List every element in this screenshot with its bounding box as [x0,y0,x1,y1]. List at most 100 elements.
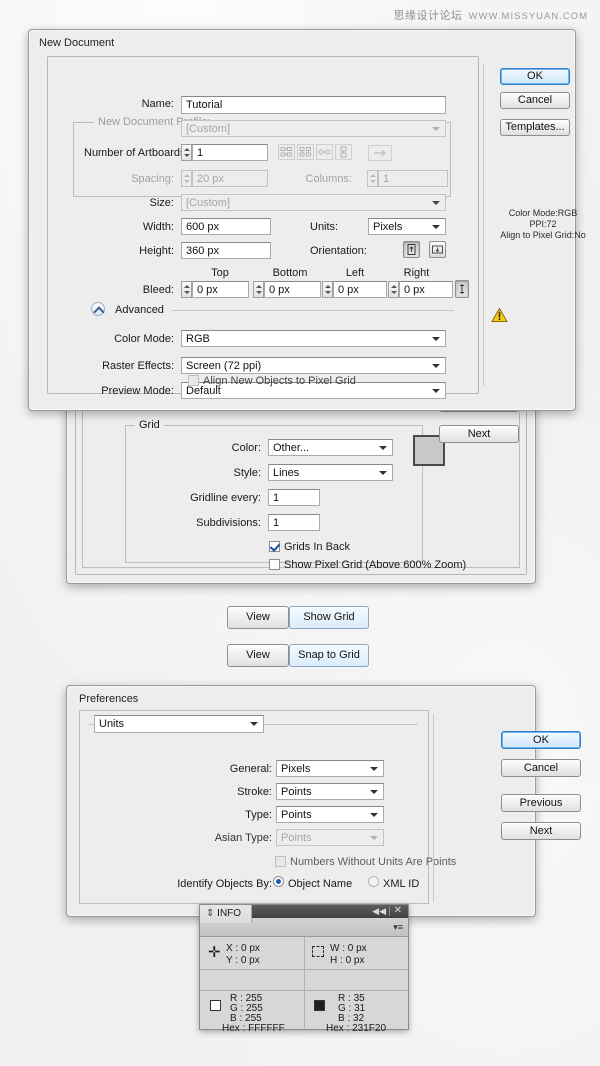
gridline-every-input[interactable]: 1 [268,489,320,506]
asian-type-units-combo[interactable]: Points [276,829,384,846]
preferences-previous-button[interactable]: Previous [501,794,581,812]
bleed-top-input[interactable]: 0 px [192,281,249,298]
columns-stepper[interactable] [367,170,378,187]
grids-in-back-checkbox[interactable] [269,541,280,552]
preferences-ok-button[interactable]: OK [501,731,581,749]
profile-combo[interactable]: [Custom] [181,120,446,137]
artboard-grid-by-column-icon[interactable] [297,144,314,160]
name-input[interactable]: Tutorial [181,96,446,114]
grid-style-combo[interactable]: Lines [268,464,393,481]
watermark-url: WWW.MISSYUAN.COM [468,11,588,22]
raster-effects-value: Screen (72 ppi) [186,360,262,372]
artboards-label: Number of Artboards: [84,147,189,159]
identify-object-name-radio[interactable] [273,876,284,887]
align-pixel-grid-checkbox[interactable] [188,375,199,386]
new-document-templates-button[interactable]: Templates... [500,119,570,136]
preferences-cancel-button[interactable]: Cancel [501,759,581,777]
summary-ppi: PPI:72 [529,219,557,229]
preview-mode-label: Preview Mode: [101,385,174,397]
name-label: Name: [141,98,174,110]
chevron-down-icon [432,336,440,341]
info-collapse-icon[interactable]: ◀◀ [372,907,386,916]
subdivisions-label: Subdivisions: [196,517,261,529]
preferences-next-button[interactable]: Next [501,822,581,840]
width-input[interactable]: 600 px [181,218,271,235]
show-grid-menu-item[interactable]: Show Grid [289,606,369,629]
orientation-landscape-button[interactable] [429,241,446,258]
info-palette[interactable]: ◀◀ ✕ ⇕ INFO ▾≡ ✛ X : 0 px Y : 0 px W : 0… [199,904,409,1034]
numbers-without-units-checkbox[interactable] [275,856,286,867]
artboard-grid-by-row-icon[interactable] [278,144,295,160]
grid-next-button[interactable]: Next [439,425,519,443]
numbers-without-units-label: Numbers Without Units Are Points [290,856,457,868]
info-y-value: 0 px [240,955,260,966]
spacing-input[interactable]: 20 px [192,170,268,187]
grid-preferences-dialog[interactable]: Grid Color: Other... Style: Lines Gridli… [66,394,536,584]
orientation-portrait-button[interactable] [403,241,420,258]
grid-style-value: Lines [273,467,300,479]
chevron-down-icon [379,470,387,475]
grid-color-combo[interactable]: Other... [268,439,393,456]
info-panel-menu-icon[interactable]: ▾≡ [393,923,403,932]
preferences-section-divider-right [264,724,418,725]
artboard-arrange-by-column-icon[interactable] [335,144,352,160]
height-input[interactable]: 360 px [181,242,271,259]
info-fill-hex: Hex : FFFFFF [222,1023,285,1034]
info-fill-hex-label: Hex : [222,1023,246,1034]
subdivisions-input[interactable]: 1 [268,514,320,531]
grid-color-label: Color: [231,442,261,454]
preferences-section-combo[interactable]: Units [94,715,264,733]
bleed-right-stepper[interactable] [388,281,399,298]
size-combo[interactable]: [Custom] [181,194,446,211]
info-tab[interactable]: ⇕ INFO [200,905,253,923]
chevron-down-icon [432,126,440,131]
raster-effects-combo[interactable]: Screen (72 ppi) [181,357,446,374]
preferences-dialog[interactable]: Preferences Units General: Pixels Stroke… [66,685,581,917]
new-document-ok-button[interactable]: OK [500,68,570,85]
show-pixel-grid-checkbox[interactable] [269,559,280,570]
chevron-down-icon [379,445,387,450]
type-units-value: Points [281,809,312,821]
preferences-title: Preferences [79,693,139,705]
summary-align-pixel-grid: Align to Pixel Grid:No [500,230,586,240]
bleed-bottom-input[interactable]: 0 px [264,281,321,298]
info-h-row: H : 0 px [330,955,364,966]
artboard-arrange-by-row-icon[interactable] [316,144,333,160]
new-document-dialog[interactable]: New Document Name: Tutorial New Document… [28,29,586,411]
units-combo[interactable]: Pixels [368,218,446,235]
bleed-bottom-header: Bottom [272,267,308,279]
info-tab-grip-icon: ⇕ [206,908,215,919]
artboards-stepper[interactable] [181,144,192,161]
type-units-combo[interactable]: Points [276,806,384,823]
color-mode-label: Color Mode: [114,333,174,345]
view-menu-button-1[interactable]: View [227,606,289,629]
info-y-row: Y : 0 px [226,955,260,966]
identify-object-name-label: Object Name [288,878,353,890]
bleed-link-button[interactable] [455,280,469,298]
bleed-left-input[interactable]: 0 px [333,281,387,298]
columns-input[interactable]: 1 [378,170,448,187]
advanced-disclosure-icon[interactable] [91,302,105,316]
bleed-left-stepper[interactable] [322,281,333,298]
new-document-cancel-button[interactable]: Cancel [500,92,570,109]
stroke-units-value: Points [281,786,312,798]
spacing-stepper[interactable] [181,170,192,187]
info-x-value: 0 px [241,943,260,954]
color-mode-combo[interactable]: RGB [181,330,446,347]
bleed-top-stepper[interactable] [181,281,192,298]
identify-xml-id-radio[interactable] [368,876,379,887]
stroke-units-combo[interactable]: Points [276,783,384,800]
bleed-right-input[interactable]: 0 px [399,281,453,298]
snap-to-grid-menu-item[interactable]: Snap to Grid [289,644,369,667]
general-units-combo[interactable]: Pixels [276,760,384,777]
artboards-input[interactable]: 1 [192,144,268,161]
bleed-bottom-stepper[interactable] [253,281,264,298]
watermark: 思缘设计论坛 WWW.MISSYUAN.COM [394,7,588,23]
document-summary: Color Mode:RGB PPI:72 Align to Pixel Gri… [487,208,599,241]
identify-xml-id-label: XML ID [383,878,420,890]
type-units-label: Type: [245,809,272,821]
view-menu-button-2[interactable]: View [227,644,289,667]
artboard-direction-icon[interactable] [368,145,392,161]
preferences-section-divider-left [88,724,94,725]
info-close-icon[interactable]: ✕ [394,906,402,916]
